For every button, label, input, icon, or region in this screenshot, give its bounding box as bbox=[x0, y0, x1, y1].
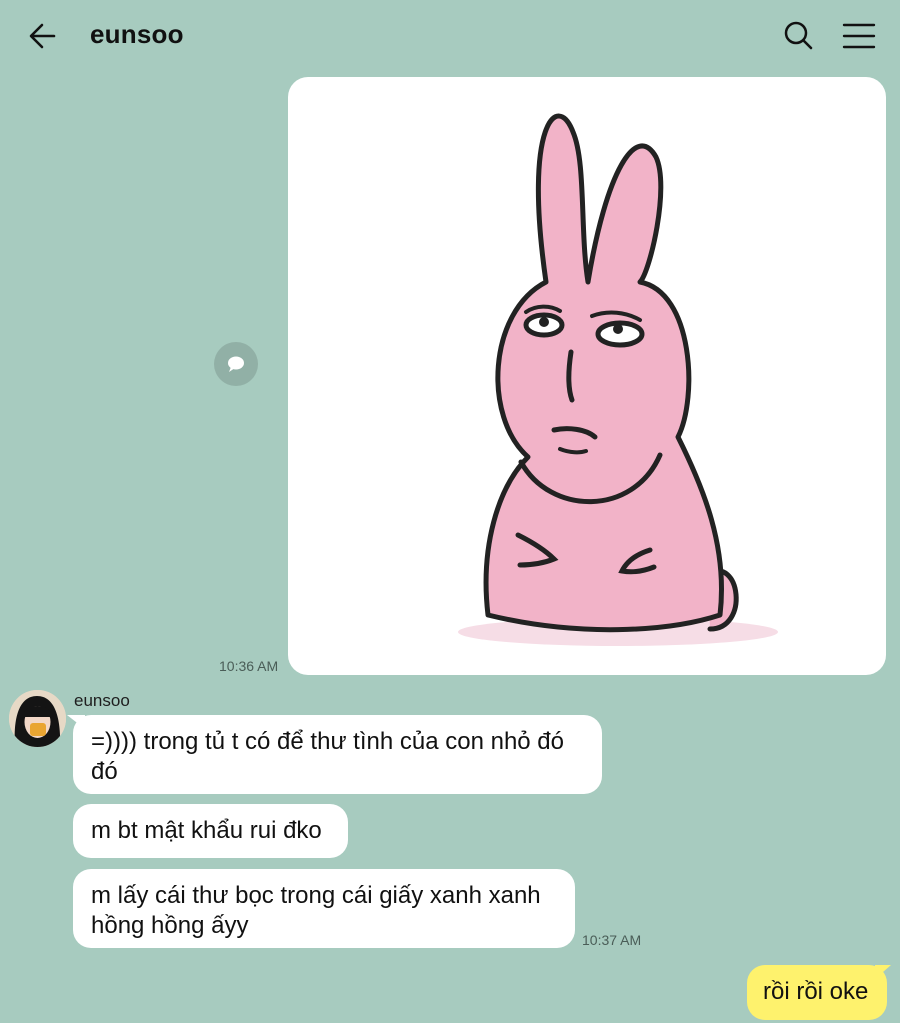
search-icon bbox=[784, 21, 813, 50]
outgoing-message-bubble[interactable]: rồi rồi oke bbox=[747, 965, 887, 1020]
sticker-message[interactable] bbox=[288, 77, 886, 675]
chat-title: eunsoo bbox=[90, 19, 184, 49]
sender-name: eunsoo bbox=[74, 691, 130, 710]
reply-button[interactable] bbox=[214, 342, 258, 386]
pink-rabbit-sticker bbox=[458, 113, 778, 646]
avatar[interactable] bbox=[9, 690, 66, 747]
arrow-left-icon bbox=[29, 23, 56, 49]
message-bubble[interactable]: =)))) trong tủ t có để thư tình của con … bbox=[73, 715, 602, 794]
chat-header: eunsoo bbox=[0, 0, 900, 72]
profile-photo bbox=[9, 690, 66, 747]
menu-icon bbox=[842, 23, 876, 49]
message-bubble[interactable]: m bt mật khẩu rui đko bbox=[73, 804, 348, 858]
back-button[interactable] bbox=[22, 16, 64, 56]
message-bubble[interactable]: m lấy cái thư bọc trong cái giấy xanh xa… bbox=[73, 869, 575, 948]
search-button[interactable] bbox=[780, 16, 818, 56]
message-timestamp: 10:37 AM bbox=[582, 932, 642, 948]
menu-button[interactable] bbox=[838, 16, 880, 56]
message-timestamp: 10:36 AM bbox=[219, 658, 279, 674]
speech-bubble-icon bbox=[228, 356, 244, 372]
